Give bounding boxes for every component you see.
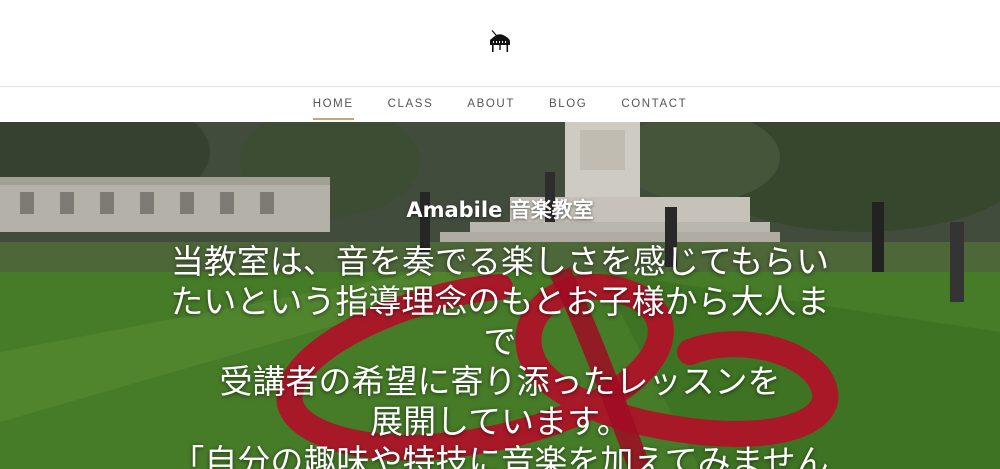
hero-line: で (483, 322, 517, 361)
grand-piano-icon[interactable] (487, 29, 513, 55)
hero-title: Amabile 音楽教室 (406, 198, 594, 222)
main-nav: HOME CLASS ABOUT BLOG CONTACT (0, 86, 1000, 122)
hero-section: Amabile 音楽教室 当教室は、音を奏でる楽しさを感じてもらい たいという指… (0, 122, 1000, 469)
hero-line: 受講者の希望に寄り添ったレッスンを (219, 362, 781, 401)
nav-item-about[interactable]: ABOUT (467, 87, 515, 123)
site-header (0, 0, 1000, 86)
nav-item-contact[interactable]: CONTACT (621, 87, 687, 123)
nav-item-class[interactable]: CLASS (388, 87, 434, 123)
hero-content: Amabile 音楽教室 当教室は、音を奏でる楽しさを感じてもらい たいという指… (0, 122, 1000, 469)
nav-item-blog[interactable]: BLOG (549, 87, 587, 123)
nav-item-home[interactable]: HOME (312, 87, 354, 123)
hero-description: 当教室は、音を奏でる楽しさを感じてもらい たいという指導理念のもとお子様から大人… (110, 242, 890, 469)
hero-line: 「自分の趣味や特技に音楽を加えてみません (171, 442, 829, 469)
hero-line: 当教室は、音を奏でる楽しさを感じてもらい (170, 242, 830, 281)
hero-line: たいという指導理念のもとお子様から大人ま (170, 282, 830, 321)
hero-line: 展開しています。 (370, 402, 630, 441)
